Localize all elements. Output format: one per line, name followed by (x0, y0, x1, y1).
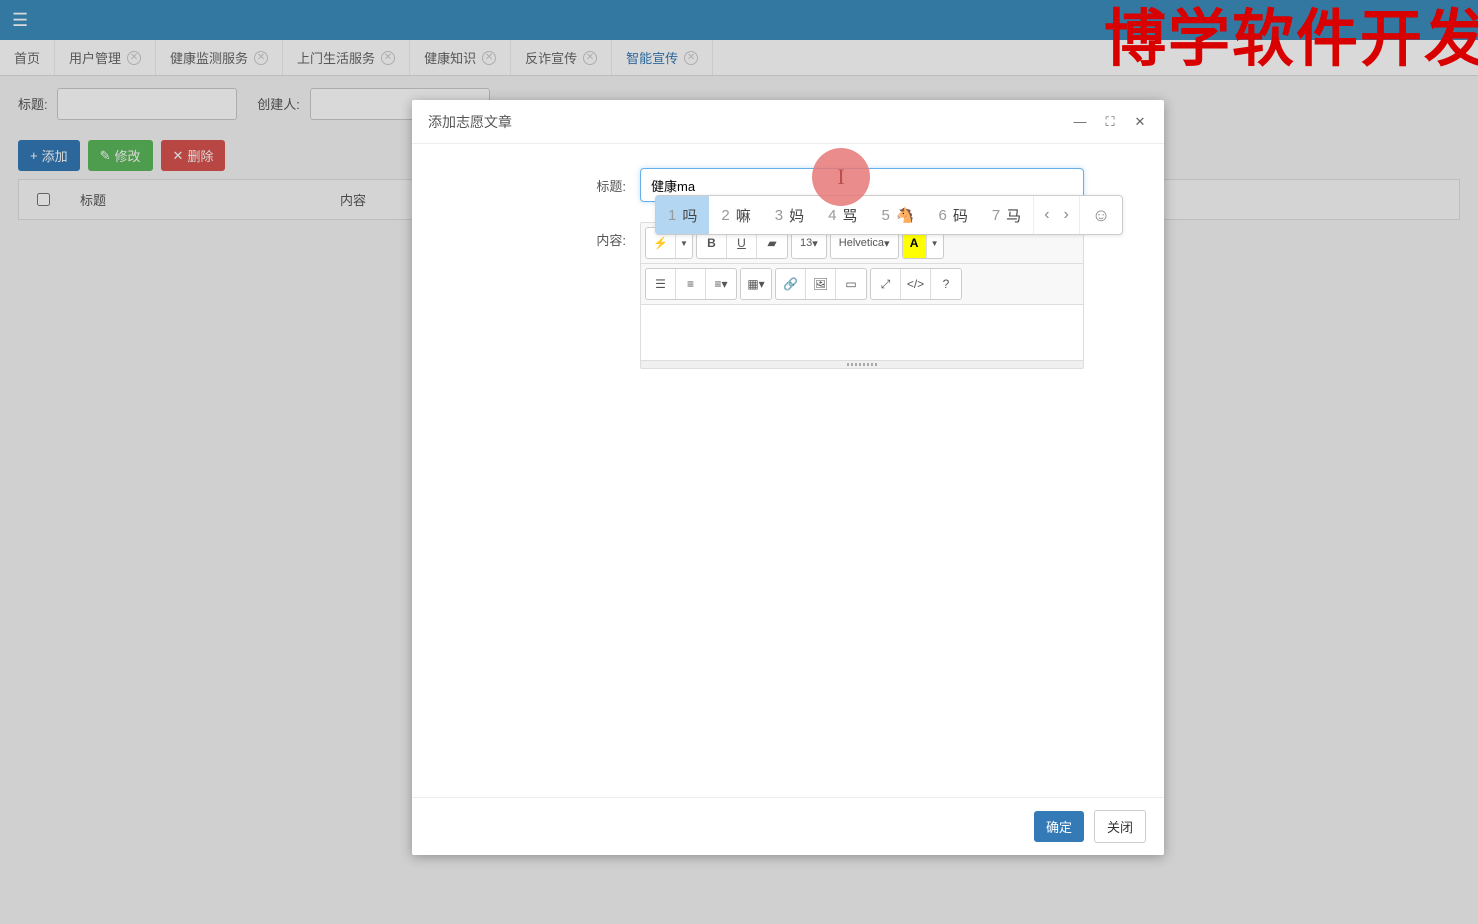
rich-editor: ⚡ ▼ B U ▰ 13 ▾ Helvetica ▾ A (640, 222, 1084, 369)
ime-num: 2 (721, 207, 729, 224)
ime-num: 6 (938, 207, 946, 224)
ime-char: 吗 (682, 205, 697, 226)
ime-candidate-5[interactable]: 5 🐴 (869, 196, 926, 234)
ime-char: 码 (953, 205, 968, 226)
content-field-label: 内容: (572, 222, 626, 249)
editor-content[interactable] (641, 305, 1083, 360)
ime-char: 骂 (842, 205, 857, 226)
minimize-icon[interactable]: — (1072, 114, 1088, 130)
list-ol-icon[interactable]: ≡ (676, 269, 706, 299)
help-icon[interactable]: ? (931, 269, 961, 299)
modal-footer: 确定 关闭 (412, 797, 1164, 855)
ime-char: 马 (1006, 205, 1021, 226)
ime-char: 🐴 (896, 206, 915, 224)
ime-candidate-bar: 1 吗 2 嘛 3 妈 4 骂 5 🐴 6 码 7 马 ‹ › ☺ (655, 195, 1123, 235)
title-field-label: 标题: (572, 168, 626, 195)
chevron-left-icon[interactable]: ‹ (1044, 206, 1049, 224)
chevron-right-icon[interactable]: › (1064, 206, 1069, 224)
ime-candidate-1[interactable]: 1 吗 (656, 196, 709, 234)
video-icon[interactable]: ▭ (836, 269, 866, 299)
cursor-marker (812, 148, 870, 206)
editor-toolbar-2: ☰ ≡ ≡▾ ▦▾ 🔗 🖼 ▭ ⤢ </> ? (641, 264, 1083, 305)
ime-candidate-3[interactable]: 3 妈 (763, 196, 816, 234)
ime-candidate-7[interactable]: 7 马 (980, 196, 1033, 234)
image-icon[interactable]: 🖼 (806, 269, 836, 299)
emoji-icon[interactable]: ☺ (1079, 196, 1122, 234)
ime-num: 5 (881, 207, 889, 224)
fullscreen-icon[interactable]: ⤢ (871, 269, 901, 299)
ime-num: 1 (668, 207, 676, 224)
ime-char: 嘛 (736, 205, 751, 226)
ime-char: 妈 (789, 205, 804, 226)
ime-candidate-6[interactable]: 6 码 (926, 196, 979, 234)
link-icon[interactable]: 🔗 (776, 269, 806, 299)
ime-num: 4 (828, 207, 836, 224)
ime-num: 3 (775, 207, 783, 224)
ime-num: 7 (992, 207, 1000, 224)
resize-handle[interactable] (641, 360, 1083, 368)
ok-button[interactable]: 确定 (1034, 811, 1084, 842)
table-icon[interactable]: ▦▾ (741, 269, 771, 299)
modal-header: 添加志愿文章 — ⛶ ✕ (412, 100, 1164, 144)
maximize-icon[interactable]: ⛶ (1102, 114, 1118, 130)
list-ul-icon[interactable]: ☰ (646, 269, 676, 299)
window-controls: — ⛶ ✕ (1072, 114, 1148, 130)
close-icon[interactable]: ✕ (1132, 114, 1148, 130)
ime-candidate-2[interactable]: 2 嘛 (709, 196, 762, 234)
modal-title: 添加志愿文章 (428, 112, 512, 132)
code-icon[interactable]: </> (901, 269, 931, 299)
modal-body: 标题: 内容: ⚡ ▼ B U ▰ 13 ▾ (412, 144, 1164, 797)
align-icon[interactable]: ≡▾ (706, 269, 736, 299)
cancel-button[interactable]: 关闭 (1094, 810, 1146, 843)
ime-nav: ‹ › (1033, 196, 1079, 234)
